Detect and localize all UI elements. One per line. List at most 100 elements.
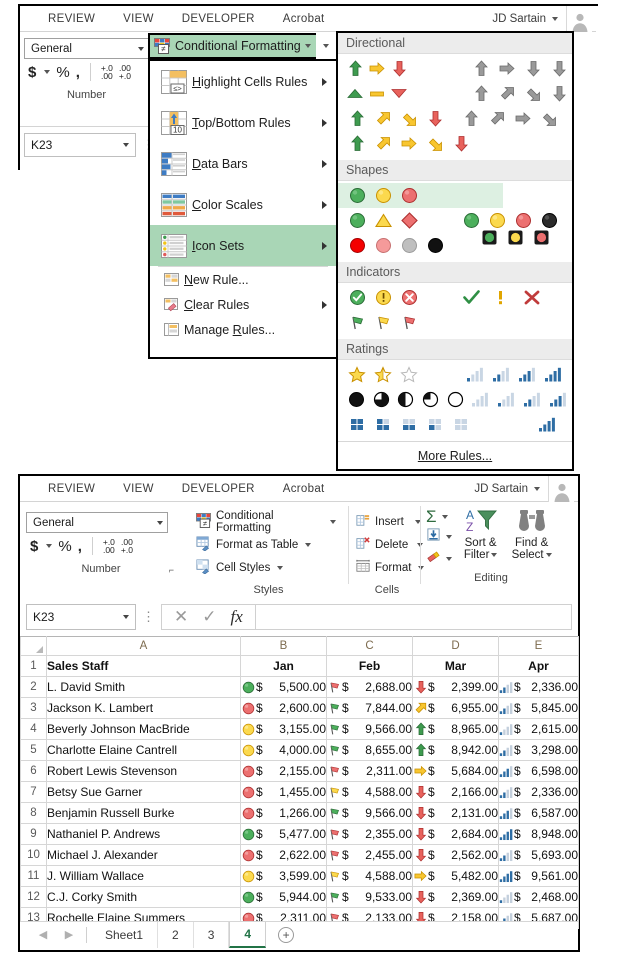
- cell-jan[interactable]: $3,599.00: [240, 865, 327, 887]
- cell-staff-name[interactable]: C.J. Corky Smith: [46, 886, 241, 908]
- find-select-button[interactable]: Find & Select: [507, 506, 556, 569]
- icon-set-4-arrows-gray[interactable]: [468, 60, 572, 77]
- cell-jan[interactable]: $5,500.00: [240, 676, 327, 698]
- row-header[interactable]: 11: [20, 865, 47, 887]
- conditional-formatting-button-2[interactable]: ≠ Conditional Formatting: [196, 510, 336, 534]
- chevron-down-icon[interactable]: [44, 70, 51, 74]
- cell-mar[interactable]: $5,684.00: [412, 760, 499, 782]
- cell-feb[interactable]: $4,588.00: [326, 865, 413, 887]
- cell-apr[interactable]: $6,598.00: [498, 760, 579, 782]
- cell-apr[interactable]: $2,468.00: [498, 886, 579, 908]
- currency-format-button[interactable]: $: [28, 64, 36, 81]
- insert-button[interactable]: Insert: [356, 510, 421, 533]
- cell-mar[interactable]: $8,942.00: [412, 739, 499, 761]
- chevron-down-icon[interactable]: [305, 542, 312, 547]
- cell-apr[interactable]: $2,615.00: [498, 718, 579, 740]
- tab-developer-2[interactable]: DEVELOPER: [168, 483, 269, 495]
- cell-mar[interactable]: $2,369.00: [412, 886, 499, 908]
- avatar[interactable]: [566, 6, 592, 32]
- cell-staff-name[interactable]: Beverly Johnson MacBride: [46, 718, 241, 740]
- column-header-b[interactable]: B: [240, 636, 327, 656]
- row-header[interactable]: 3: [20, 697, 47, 719]
- icon-set-3-flags[interactable]: [338, 310, 572, 335]
- icon-set-3-symbols-circled[interactable]: [338, 285, 572, 310]
- cell-feb[interactable]: $2,355.00: [326, 823, 413, 845]
- chevron-down-icon[interactable]: [446, 557, 452, 561]
- chevron-down-icon[interactable]: [323, 44, 329, 48]
- increase-decimal-icon[interactable]: +.0 .00: [101, 64, 113, 81]
- cell-apr[interactable]: $9,561.00: [498, 865, 579, 887]
- cell-feb[interactable]: $2,455.00: [326, 844, 413, 866]
- tab-view[interactable]: VIEW: [109, 13, 168, 25]
- menu-item-highlight-cells-rules[interactable]: ≤> Highlight Cells Rules: [150, 61, 336, 102]
- cell-staff-name[interactable]: Betsy Sue Garner: [46, 781, 241, 803]
- cell-c1[interactable]: Feb: [326, 655, 413, 677]
- enter-formula-icon[interactable]: ✓: [202, 607, 216, 627]
- icon-set-3-symbols-uncircled[interactable]: [458, 289, 548, 306]
- more-rules-link[interactable]: More Rules...: [338, 441, 572, 469]
- name-box[interactable]: K23: [24, 133, 136, 157]
- cell-d1[interactable]: Mar: [412, 655, 499, 677]
- chevron-down-icon[interactable]: [446, 535, 452, 539]
- sheet-tab-2[interactable]: 2: [158, 921, 194, 948]
- cancel-formula-icon[interactable]: ✕: [174, 607, 188, 627]
- column-header-c[interactable]: C: [326, 636, 413, 656]
- cell-mar[interactable]: $2,399.00: [412, 676, 499, 698]
- cell-mar[interactable]: $8,965.00: [412, 718, 499, 740]
- chevron-down-icon[interactable]: [46, 544, 53, 548]
- name-box-2[interactable]: K23: [26, 604, 136, 630]
- currency-format-button-2[interactable]: $: [30, 538, 38, 555]
- cell-feb[interactable]: $8,655.00: [326, 739, 413, 761]
- comma-format-button-2[interactable]: ,: [78, 538, 82, 555]
- row-header-1[interactable]: 1: [20, 655, 47, 677]
- tab-review-2[interactable]: REVIEW: [34, 483, 109, 495]
- row-header[interactable]: 8: [20, 802, 47, 824]
- cell-e1[interactable]: Apr: [498, 655, 579, 677]
- column-header-d[interactable]: D: [412, 636, 499, 656]
- cell-jan[interactable]: $2,622.00: [240, 844, 327, 866]
- cell-mar[interactable]: $6,955.00: [412, 697, 499, 719]
- menu-item-data-bars[interactable]: Data Bars: [150, 143, 336, 184]
- decrease-decimal-icon-2[interactable]: .00 +.0: [121, 538, 133, 555]
- tab-review[interactable]: REVIEW: [34, 13, 109, 25]
- avatar-2[interactable]: [548, 476, 574, 502]
- chevron-down-icon[interactable]: [534, 487, 540, 491]
- cell-apr[interactable]: $5,693.00: [498, 844, 579, 866]
- cell-a1[interactable]: Sales Staff: [46, 655, 241, 677]
- menu-item-top-bottom-rules[interactable]: 10 Top/Bottom Rules: [150, 102, 336, 143]
- sheet-tab-3[interactable]: 3: [194, 921, 230, 948]
- chevron-down-icon[interactable]: [552, 17, 558, 21]
- delete-button[interactable]: Delete: [356, 533, 424, 556]
- cell-mar[interactable]: $2,131.00: [412, 802, 499, 824]
- icon-set-4-bars-full[interactable]: [534, 417, 560, 432]
- cell-styles-button[interactable]: Cell Styles: [196, 556, 336, 579]
- cell-jan[interactable]: $2,600.00: [240, 697, 327, 719]
- icon-set-4-arrows-gray-mixed[interactable]: [458, 110, 562, 127]
- add-sheet-icon[interactable]: +: [278, 926, 295, 943]
- sheet-tab-sheet1[interactable]: Sheet1: [91, 921, 159, 948]
- row-header[interactable]: 12: [20, 886, 47, 908]
- cell-apr[interactable]: $6,587.00: [498, 802, 579, 824]
- cell-feb[interactable]: $9,533.00: [326, 886, 413, 908]
- icon-set-4-bars-muted[interactable]: [468, 392, 572, 407]
- percent-format-button-2[interactable]: %: [58, 538, 71, 555]
- cell-feb[interactable]: $2,688.00: [326, 676, 413, 698]
- user-account-area[interactable]: JD Sartain: [492, 6, 592, 32]
- tab-view-2[interactable]: VIEW: [109, 483, 168, 495]
- chevron-down-icon[interactable]: [330, 519, 336, 524]
- formula-input[interactable]: [255, 604, 572, 630]
- icon-set-4-arrows-gray-diagonal[interactable]: [468, 85, 572, 102]
- row-header[interactable]: 2: [20, 676, 47, 698]
- select-all-corner[interactable]: [20, 636, 47, 656]
- format-button[interactable]: Format: [356, 556, 425, 579]
- column-header-a[interactable]: A: [46, 636, 241, 656]
- icon-set-5-arrows-colored[interactable]: [338, 131, 572, 156]
- chevron-down-icon[interactable]: [123, 615, 129, 619]
- row-header[interactable]: 5: [20, 739, 47, 761]
- insert-function-icon[interactable]: fx: [231, 607, 243, 627]
- autosum-button[interactable]: Σ: [426, 508, 452, 525]
- cell-feb[interactable]: $2,311.00: [326, 760, 413, 782]
- cell-staff-name[interactable]: L. David Smith: [46, 676, 241, 698]
- cell-staff-name[interactable]: Benjamin Russell Burke: [46, 802, 241, 824]
- cell-staff-name[interactable]: Michael J. Alexander: [46, 844, 241, 866]
